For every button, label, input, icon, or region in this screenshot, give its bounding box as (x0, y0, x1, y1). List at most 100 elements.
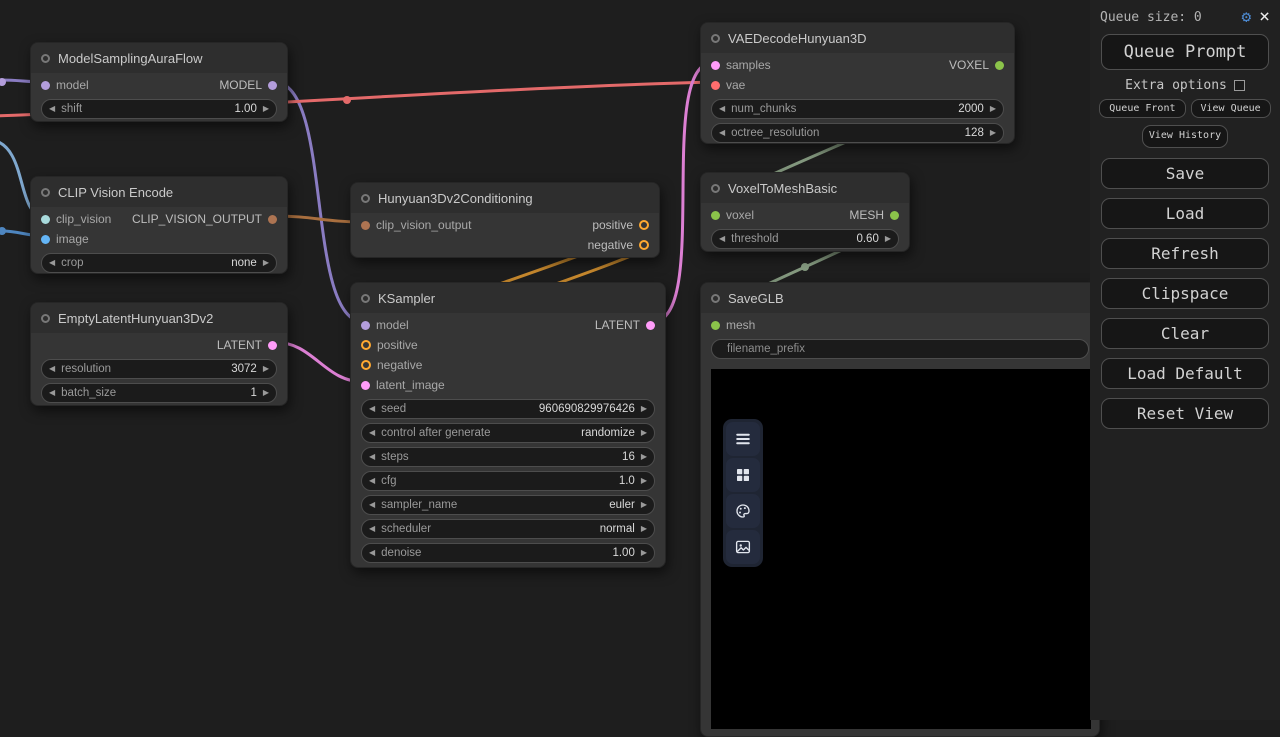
decrement-arrow-icon[interactable]: ◀ (369, 453, 375, 461)
load-default-button[interactable]: Load Default (1101, 358, 1269, 389)
decrement-arrow-icon[interactable]: ◀ (369, 501, 375, 509)
slot-dot[interactable] (711, 211, 720, 220)
3d-preview-viewport[interactable] (711, 369, 1091, 729)
widget-threshold[interactable]: ◀ threshold 0.60 ▶ (711, 229, 899, 249)
increment-arrow-icon[interactable]: ▶ (263, 389, 269, 397)
decrement-arrow-icon[interactable]: ◀ (49, 259, 55, 267)
load-button[interactable]: Load (1101, 198, 1269, 229)
node-header[interactable]: VAEDecodeHunyuan3D (701, 23, 1014, 53)
output-slot-latent[interactable]: LATENT (217, 335, 287, 355)
output-slot-mesh[interactable]: MESH (849, 205, 909, 225)
input-slot-negative[interactable]: negative (351, 355, 422, 375)
increment-arrow-icon[interactable]: ▶ (885, 235, 891, 243)
increment-arrow-icon[interactable]: ▶ (641, 405, 647, 413)
widget-octree-resolution[interactable]: ◀ octree_resolution 128 ▶ (711, 123, 1004, 143)
widget-control-after-generate[interactable]: ◀ control after generate randomize ▶ (361, 423, 655, 443)
decrement-arrow-icon[interactable]: ◀ (369, 429, 375, 437)
node-vaedecodehunyuan3d[interactable]: VAEDecodeHunyuan3D samples VOXEL vae (700, 22, 1015, 144)
node-emptylatenthunyuan3dv2[interactable]: EmptyLatentHunyuan3Dv2 LATENT ◀ resoluti… (30, 302, 288, 406)
reset-view-button[interactable]: Reset View (1101, 398, 1269, 429)
increment-arrow-icon[interactable]: ▶ (990, 129, 996, 137)
input-slot-model[interactable]: model (31, 75, 89, 95)
slot-dot[interactable] (711, 61, 720, 70)
close-icon[interactable]: × (1259, 8, 1270, 26)
node-header[interactable]: CLIP Vision Encode (31, 177, 287, 207)
viewer-palette-button[interactable] (726, 494, 760, 528)
view-history-button[interactable]: View History (1142, 125, 1228, 148)
viewer-menu-button[interactable] (726, 422, 760, 456)
slot-dot[interactable] (41, 235, 50, 244)
decrement-arrow-icon[interactable]: ◀ (719, 235, 725, 243)
refresh-button[interactable]: Refresh (1101, 238, 1269, 269)
node-header[interactable]: EmptyLatentHunyuan3Dv2 (31, 303, 287, 333)
node-modelsamplingauraflow[interactable]: ModelSamplingAuraFlow model MODEL ◀ shif… (30, 42, 288, 122)
settings-gear-icon[interactable]: ⚙ (1242, 9, 1252, 25)
output-slot-voxel[interactable]: VOXEL (949, 55, 1014, 75)
widget-crop[interactable]: ◀ crop none ▶ (41, 253, 277, 273)
input-slot-vae[interactable]: vae (701, 75, 745, 95)
node-saveglb[interactable]: SaveGLB mesh filename_prefix (700, 282, 1100, 737)
increment-arrow-icon[interactable]: ▶ (990, 105, 996, 113)
slot-dot[interactable] (711, 81, 720, 90)
output-slot-negative[interactable]: negative (588, 235, 659, 255)
node-header[interactable]: SaveGLB (701, 283, 1099, 313)
increment-arrow-icon[interactable]: ▶ (263, 105, 269, 113)
increment-arrow-icon[interactable]: ▶ (263, 259, 269, 267)
clipspace-button[interactable]: Clipspace (1101, 278, 1269, 309)
decrement-arrow-icon[interactable]: ◀ (49, 389, 55, 397)
increment-arrow-icon[interactable]: ▶ (641, 477, 647, 485)
slot-dot[interactable] (361, 360, 371, 370)
slot-dot[interactable] (639, 220, 649, 230)
viewer-grid-button[interactable] (726, 458, 760, 492)
increment-arrow-icon[interactable]: ▶ (641, 549, 647, 557)
node-ksampler[interactable]: KSampler model LATENT positive (350, 282, 666, 568)
slot-dot[interactable] (361, 340, 371, 350)
widget-sampler-name[interactable]: ◀ sampler_name euler ▶ (361, 495, 655, 515)
slot-dot[interactable] (711, 321, 720, 330)
graph-canvas[interactable]: ModelSamplingAuraFlow model MODEL ◀ shif… (0, 0, 1280, 720)
extra-options-checkbox[interactable] (1234, 80, 1245, 91)
slot-dot[interactable] (361, 221, 370, 230)
node-header[interactable]: KSampler (351, 283, 665, 313)
node-header[interactable]: VoxelToMeshBasic (701, 173, 909, 203)
decrement-arrow-icon[interactable]: ◀ (369, 477, 375, 485)
widget-scheduler[interactable]: ◀ scheduler normal ▶ (361, 519, 655, 539)
node-clip-vision-encode[interactable]: CLIP Vision Encode clip_vision CLIP_VISI… (30, 176, 288, 274)
decrement-arrow-icon[interactable]: ◀ (49, 105, 55, 113)
node-hunyuan3dv2conditioning[interactable]: Hunyuan3Dv2Conditioning clip_vision_outp… (350, 182, 660, 258)
output-slot-latent[interactable]: LATENT (595, 315, 665, 335)
decrement-arrow-icon[interactable]: ◀ (719, 129, 725, 137)
input-slot-model[interactable]: model (351, 315, 409, 335)
increment-arrow-icon[interactable]: ▶ (641, 501, 647, 509)
node-voxeltomeshbasic[interactable]: VoxelToMeshBasic voxel MESH ◀ threshold … (700, 172, 910, 252)
save-button[interactable]: Save (1101, 158, 1269, 189)
slot-dot[interactable] (639, 240, 649, 250)
widget-cfg[interactable]: ◀ cfg 1.0 ▶ (361, 471, 655, 491)
widget-seed[interactable]: ◀ seed 960690829976426 ▶ (361, 399, 655, 419)
queue-prompt-button[interactable]: Queue Prompt (1101, 34, 1269, 70)
widget-batch-size[interactable]: ◀ batch_size 1 ▶ (41, 383, 277, 403)
widget-resolution[interactable]: ◀ resolution 3072 ▶ (41, 359, 277, 379)
slot-dot[interactable] (41, 81, 50, 90)
output-slot-positive[interactable]: positive (592, 215, 659, 235)
slot-dot[interactable] (41, 215, 50, 224)
viewer-image-button[interactable] (726, 530, 760, 564)
output-slot-clip-vision-output[interactable]: CLIP_VISION_OUTPUT (132, 209, 287, 229)
input-slot-mesh[interactable]: mesh (701, 315, 755, 335)
clear-button[interactable]: Clear (1101, 318, 1269, 349)
decrement-arrow-icon[interactable]: ◀ (49, 365, 55, 373)
input-slot-clip-vision[interactable]: clip_vision (31, 209, 111, 229)
slot-dot[interactable] (268, 81, 277, 90)
node-header[interactable]: Hunyuan3Dv2Conditioning (351, 183, 659, 213)
decrement-arrow-icon[interactable]: ◀ (719, 105, 725, 113)
slot-dot[interactable] (268, 215, 277, 224)
increment-arrow-icon[interactable]: ▶ (641, 525, 647, 533)
increment-arrow-icon[interactable]: ▶ (263, 365, 269, 373)
widget-denoise[interactable]: ◀ denoise 1.00 ▶ (361, 543, 655, 563)
node-header[interactable]: ModelSamplingAuraFlow (31, 43, 287, 73)
input-slot-positive[interactable]: positive (351, 335, 418, 355)
slot-dot[interactable] (646, 321, 655, 330)
widget-filename-prefix[interactable]: filename_prefix (711, 339, 1089, 359)
queue-front-button[interactable]: Queue Front (1099, 99, 1185, 118)
slot-dot[interactable] (361, 381, 370, 390)
